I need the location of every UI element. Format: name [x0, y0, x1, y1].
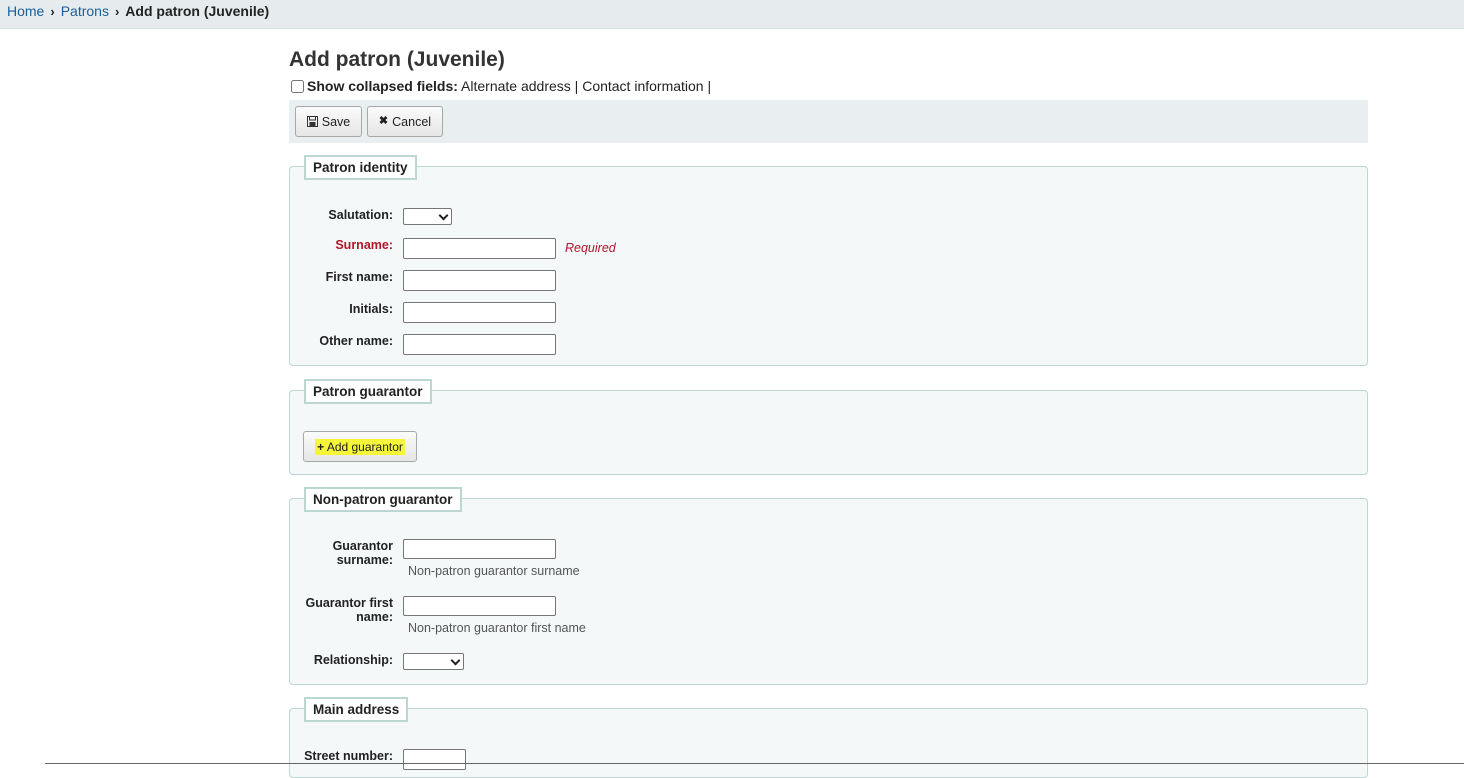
guarantor-surname-label: Guarantor surname:: [332, 539, 393, 567]
patron-identity-legend: Patron identity: [304, 155, 417, 180]
save-icon: [306, 116, 318, 127]
relationship-label: Relationship:: [313, 653, 393, 667]
add-guarantor-label: Add guarantor: [326, 439, 403, 454]
divider: [45, 763, 1464, 764]
street-number-label: Street number:: [304, 749, 393, 763]
breadcrumb-separator: ›: [50, 4, 55, 19]
link-divider: |: [707, 78, 712, 94]
show-collapsed-checkbox[interactable]: [291, 80, 304, 93]
breadcrumb-bar: Home › Patrons › Add patron (Juvenile): [0, 0, 1464, 29]
save-button[interactable]: Save: [295, 106, 362, 137]
show-collapsed-label: Show collapsed fields:: [307, 78, 458, 94]
guarantor-surname-input[interactable]: [403, 539, 556, 559]
alternate-address-link[interactable]: Alternate address: [461, 78, 571, 94]
add-guarantor-button[interactable]: + Add guarantor: [303, 431, 417, 462]
cancel-button-label: Cancel: [392, 114, 432, 129]
plus-icon: +: [317, 439, 325, 454]
save-button-label: Save: [321, 114, 351, 129]
main-address-legend: Main address: [304, 697, 409, 722]
toolbar: Save ✖ Cancel: [289, 100, 1368, 143]
cancel-button[interactable]: ✖ Cancel: [367, 106, 443, 137]
main-address-fieldset: Main address Street number:: [289, 697, 1368, 778]
patron-guarantor-fieldset: Patron guarantor + Add guarantor: [289, 379, 1368, 475]
surname-label: Surname:: [335, 238, 393, 252]
breadcrumb: Home › Patrons › Add patron (Juvenile): [7, 3, 269, 20]
guarantor-first-name-input[interactable]: [403, 596, 556, 616]
relationship-select[interactable]: [403, 653, 464, 670]
non-patron-guarantor-fieldset: Non-patron guarantor Guarantor surname: N…: [289, 487, 1368, 685]
show-collapsed-fields-row: Show collapsed fields: Alternate address…: [291, 78, 711, 94]
patron-identity-fieldset: Patron identity Salutation: Surname: Req…: [289, 155, 1368, 366]
breadcrumb-patrons-link[interactable]: Patrons: [61, 3, 109, 19]
breadcrumb-separator: ›: [114, 4, 120, 19]
first-name-input[interactable]: [403, 270, 556, 291]
page-title: Add patron (Juvenile): [289, 48, 505, 71]
non-patron-guarantor-legend: Non-patron guarantor: [304, 487, 462, 512]
breadcrumb-current: Add patron (Juvenile): [125, 3, 270, 19]
guarantor-surname-hint: Non-patron guarantor surname: [408, 564, 580, 578]
guarantor-first-name-hint: Non-patron guarantor first name: [408, 621, 586, 635]
other-name-label: Other name:: [319, 334, 393, 348]
first-name-label: First name:: [325, 270, 393, 284]
initials-input[interactable]: [403, 302, 556, 323]
salutation-label: Salutation:: [328, 208, 393, 222]
salutation-select[interactable]: [403, 208, 452, 225]
street-number-input[interactable]: [403, 749, 466, 770]
add-guarantor-highlight: + Add guarantor: [315, 438, 405, 455]
link-divider: |: [574, 78, 579, 94]
initials-label: Initials:: [349, 302, 393, 316]
other-name-input[interactable]: [403, 334, 556, 355]
surname-required-hint: Required: [565, 241, 616, 255]
times-icon: ✖: [378, 115, 389, 127]
guarantor-first-name-label: Guarantor first name:: [305, 596, 393, 624]
breadcrumb-home-link[interactable]: Home: [7, 3, 44, 19]
contact-information-link[interactable]: Contact information: [582, 78, 703, 94]
surname-input[interactable]: [403, 238, 556, 259]
patron-guarantor-legend: Patron guarantor: [304, 379, 432, 404]
